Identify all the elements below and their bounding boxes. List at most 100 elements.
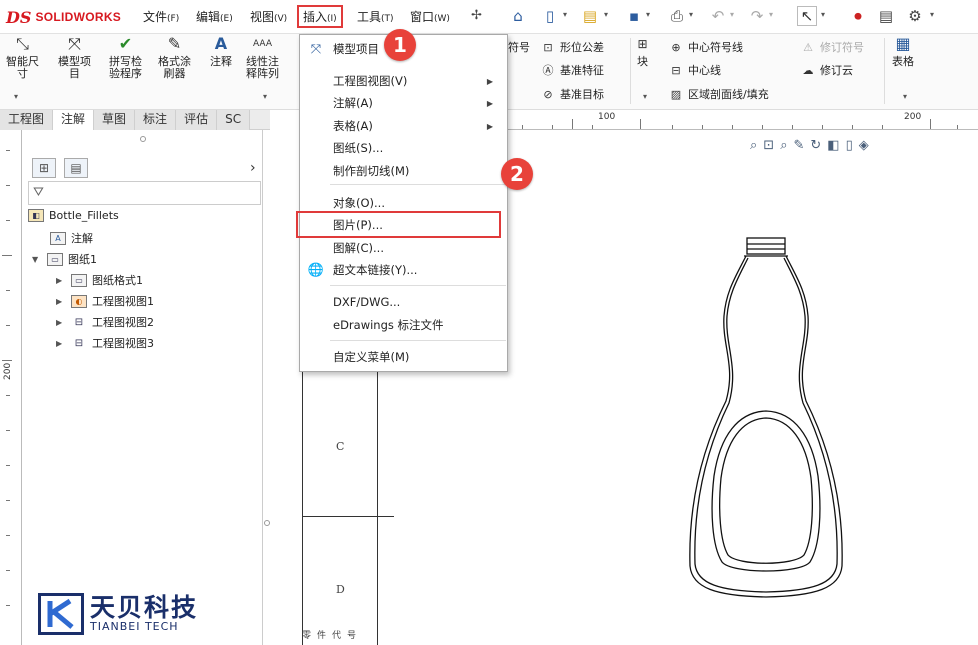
menu-window[interactable]: 窗口(W) (410, 8, 450, 25)
centerline-button[interactable]: ⊟ 中心线 (668, 62, 721, 78)
menu-item-customize-menu[interactable]: 自定义菜单(M) (300, 346, 507, 368)
chevron-down-icon[interactable]: ▾ (689, 10, 693, 19)
zoom-to-fit-icon[interactable]: ⌕ (750, 138, 757, 153)
chevron-right-icon[interactable]: › (250, 160, 256, 176)
property-manager-icon[interactable]: ▤ (64, 158, 88, 178)
tab-markup[interactable]: 标注 (135, 110, 177, 130)
format-painter-button[interactable]: ✎ 格式涂 刷器 (158, 36, 191, 80)
chevron-right-icon[interactable]: ▶ (56, 276, 66, 285)
centerline-icon: ⊟ (671, 63, 681, 77)
menu-edit[interactable]: 编辑(E) (196, 8, 233, 25)
chevron-down-icon[interactable]: ▾ (769, 10, 773, 19)
tree-item-annotations[interactable]: A 注解 (50, 230, 93, 246)
datum-feature-button[interactable]: Ⓐ 基准特征 (540, 62, 605, 78)
revision-cloud-button[interactable]: ☁ 修订云 (800, 62, 854, 78)
menu-item-drawing-view[interactable]: 工程图视图(V) ▶ (300, 70, 507, 92)
tree-item-drawing-view1[interactable]: ▶ ◐ 工程图视图1 (56, 293, 154, 309)
ribbon-divider (884, 38, 885, 104)
tree-item-sheet1[interactable]: ▼ ▭ 图纸1 (32, 251, 97, 267)
display-style-icon[interactable]: ◧ (827, 138, 839, 153)
tab-drawing[interactable]: 工程图 (0, 110, 54, 130)
menu-view[interactable]: 视图(V) (250, 8, 287, 25)
solidworks-logo[interactable]: DS SOLIDWORKS (6, 7, 121, 27)
hide-show-icon[interactable]: ▯ (846, 138, 853, 153)
table-button[interactable]: ▦ 表格 (892, 36, 914, 68)
ruler-label-200: 200 (904, 112, 922, 122)
menu-tools[interactable]: 工具(T) (357, 8, 394, 25)
tab-sc[interactable]: SC (217, 110, 251, 130)
chevron-right-icon[interactable]: ▶ (56, 339, 66, 348)
feature-tree-filter[interactable]: ⛛ (28, 181, 261, 205)
smart-dimension-button[interactable]: ⤡ 智能尺 寸 (6, 36, 39, 80)
chevron-down-icon[interactable]: ▾ (14, 92, 18, 101)
tab-annotation[interactable]: 注解 (53, 110, 95, 130)
note-button[interactable]: A 注释 (210, 36, 232, 68)
model-items-button[interactable]: ⤧ 模型项 目 (58, 36, 91, 80)
chevron-down-icon[interactable]: ▾ (563, 10, 567, 19)
chevron-down-icon[interactable]: ▾ (730, 10, 734, 19)
gear-icon[interactable]: ⚙ (905, 6, 925, 26)
collapse-handle[interactable] (140, 136, 146, 142)
menu-item-sheet[interactable]: 图纸(S)... (300, 137, 507, 159)
menu-bar: DS SOLIDWORKS 文件(F) 编辑(E) 视图(V) 插入(I) 工具… (0, 0, 978, 34)
tree-item-sheet-format[interactable]: ▶ ▭ 图纸格式1 (56, 272, 143, 288)
ds-logo-mark: DS (6, 7, 32, 27)
rotate-icon[interactable]: ↻ (810, 138, 821, 153)
menu-item-diagram[interactable]: 图解(C)... (300, 237, 507, 259)
print-icon[interactable]: ⎙ (667, 6, 687, 26)
chevron-down-icon[interactable]: ▾ (604, 10, 608, 19)
chevron-down-icon[interactable]: ▾ (643, 92, 647, 101)
pin-icon[interactable]: ✢ (471, 8, 482, 23)
zoom-to-area-icon[interactable]: ⊡ (763, 138, 774, 153)
menu-item-dxf-dwg[interactable]: DXF/DWG... (300, 291, 507, 313)
horizontal-ruler: 100 200 (502, 110, 978, 130)
menu-item-edrawings-markup[interactable]: eDrawings 标注文件 (300, 314, 507, 336)
home-icon[interactable]: ⌂ (508, 6, 528, 26)
bottle-drawing-view[interactable] (676, 236, 876, 606)
menu-insert[interactable]: 插入(I) (297, 5, 343, 28)
tree-item-drawing-view3[interactable]: ▶ ⊟ 工程图视图3 (56, 335, 154, 351)
spell-check-button[interactable]: ✔ 拼写检 验程序 (109, 36, 142, 80)
menu-item-annotations[interactable]: 注解(A) ▶ (300, 92, 507, 114)
tree-item-drawing-view2[interactable]: ▶ ⊟ 工程图视图2 (56, 314, 154, 330)
chevron-down-icon[interactable]: ▾ (821, 10, 825, 19)
save-icon[interactable]: ▪ (624, 6, 644, 26)
open-folder-icon[interactable]: ▤ (580, 6, 600, 26)
traffic-light-icon[interactable]: ⏺ (848, 6, 868, 26)
chevron-down-icon[interactable]: ▾ (930, 10, 934, 19)
revision-symbol-button[interactable]: ⚠ 修订符号 (800, 39, 864, 55)
panel-splitter[interactable] (262, 130, 270, 645)
symbol-button[interactable]: 符号 (508, 39, 530, 55)
redo-icon[interactable]: ↷ (747, 6, 767, 26)
datum-target-button[interactable]: ⊘ 基准目标 (540, 86, 604, 102)
chevron-down-icon[interactable]: ▾ (263, 92, 267, 101)
chevron-right-icon[interactable]: ▶ (56, 297, 66, 306)
chevron-right-icon[interactable]: ▶ (56, 318, 66, 327)
chevron-down-icon[interactable]: ▼ (32, 255, 42, 264)
tab-evaluate[interactable]: 评估 (176, 110, 218, 130)
appearance-icon[interactable]: ◈ (859, 138, 869, 153)
tree-root[interactable]: ◧ Bottle_Fillets (28, 209, 119, 222)
sheet-icon: ▭ (47, 252, 63, 266)
menu-item-hyperlink[interactable]: 🌐 超文本链接(Y)... (300, 259, 507, 281)
center-mark-button[interactable]: ⊕ 中心符号线 (668, 39, 743, 55)
geometric-tolerance-button[interactable]: ⊡ 形位公差 (540, 39, 604, 55)
projected-view-icon: ⊟ (74, 337, 84, 349)
new-document-icon[interactable]: ▯ (540, 6, 560, 26)
chevron-down-icon[interactable]: ▾ (646, 10, 650, 19)
pan-icon[interactable]: ✎ (793, 138, 804, 153)
menu-file[interactable]: 文件(F) (143, 8, 179, 25)
linear-note-pattern-button[interactable]: AAA 线性注 释阵列 (246, 38, 279, 80)
chevron-down-icon[interactable]: ▾ (903, 92, 907, 101)
undo-icon[interactable]: ↶ (708, 6, 728, 26)
feature-manager-tree-icon[interactable]: ⊞ (32, 158, 56, 178)
menu-item-tables[interactable]: 表格(A) ▶ (300, 115, 507, 137)
area-hatch-button[interactable]: ▨ 区域剖面线/填充 (668, 86, 769, 102)
tab-sketch[interactable]: 草图 (94, 110, 136, 130)
select-pointer-icon[interactable]: ↖ (797, 6, 817, 26)
menu-item-section-line[interactable]: 制作剖切线(M) (300, 160, 507, 182)
block-button[interactable]: ⊞ 块 (637, 38, 648, 68)
previous-view-icon[interactable]: ⌕ (780, 138, 787, 153)
projected-view-icon: ⊟ (74, 316, 84, 328)
file-properties-icon[interactable]: ▤ (876, 6, 896, 26)
